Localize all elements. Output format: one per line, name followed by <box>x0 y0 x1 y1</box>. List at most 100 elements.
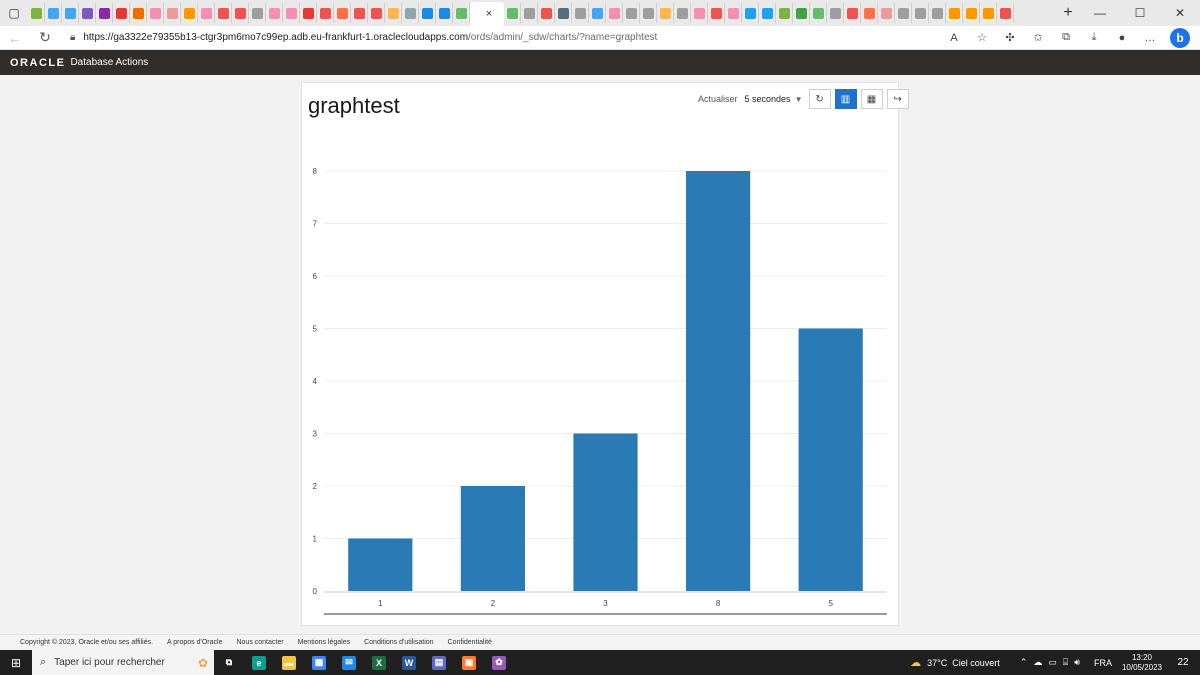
browser-tab[interactable] <box>895 3 912 23</box>
taskbar-app-mail[interactable]: ✉ <box>334 650 364 675</box>
read-aloud-icon[interactable]: A <box>940 32 968 44</box>
browser-tab[interactable] <box>317 3 334 23</box>
browser-tab[interactable] <box>691 3 708 23</box>
footer-link[interactable]: Mentions légales <box>298 639 351 646</box>
footer-link[interactable]: Confidentialité <box>448 639 492 646</box>
taskbar-app-xampp[interactable]: ▣ <box>454 650 484 675</box>
onedrive-icon[interactable]: ☁ <box>1033 657 1042 668</box>
browser-tab[interactable] <box>555 3 572 23</box>
close-window-icon[interactable]: ✕ <box>1160 0 1200 26</box>
browser-tab[interactable] <box>640 3 657 23</box>
profile-icon[interactable]: ● <box>1108 32 1136 44</box>
browser-tab-active[interactable]: × <box>470 2 504 26</box>
close-tab-icon[interactable]: × <box>486 8 492 20</box>
browser-tab[interactable] <box>96 3 113 23</box>
taskbar-app-store[interactable]: ▦ <box>304 650 334 675</box>
browser-tab[interactable] <box>725 3 742 23</box>
browser-tab[interactable] <box>266 3 283 23</box>
back-icon[interactable]: ← <box>0 30 30 46</box>
taskbar-app-app[interactable]: ✿ <box>484 650 514 675</box>
new-tab-button[interactable]: + <box>1056 4 1080 22</box>
footer-link[interactable]: A propos d'Oracle <box>167 639 222 646</box>
browser-tab[interactable] <box>436 3 453 23</box>
browser-tab[interactable] <box>980 3 997 23</box>
browser-tab[interactable] <box>623 3 640 23</box>
browser-tab[interactable] <box>453 3 470 23</box>
browser-tab[interactable] <box>181 3 198 23</box>
browser-tab[interactable] <box>759 3 776 23</box>
browser-tab[interactable] <box>793 3 810 23</box>
browser-tab[interactable] <box>963 3 980 23</box>
tab-actions-icon[interactable]: ▢ <box>0 0 28 26</box>
browser-tab[interactable] <box>878 3 895 23</box>
volume-icon[interactable]: 🔊︎ <box>1074 657 1080 668</box>
browser-tab[interactable] <box>147 3 164 23</box>
browser-tab[interactable] <box>385 3 402 23</box>
chevron-up-icon[interactable]: ⌃ <box>1020 657 1028 668</box>
browser-tab[interactable] <box>674 3 691 23</box>
taskbar-app-file-explorer[interactable]: ▬ <box>274 650 304 675</box>
browser-tab[interactable] <box>283 3 300 23</box>
refresh-interval-select[interactable]: 5 secondes ▼ <box>743 89 805 109</box>
browser-tab[interactable] <box>504 3 521 23</box>
browser-tab[interactable] <box>844 3 861 23</box>
browser-tab[interactable] <box>912 3 929 23</box>
extensions-icon[interactable]: ✣ <box>996 31 1024 44</box>
browser-tab[interactable] <box>538 3 555 23</box>
browser-tab[interactable] <box>232 3 249 23</box>
battery-icon[interactable]: ▭ <box>1048 657 1057 668</box>
clock[interactable]: 13:20 10/05/2023 <box>1122 653 1162 673</box>
collections-icon[interactable]: ⧉ <box>1052 31 1080 44</box>
weather-widget[interactable]: ☁ 37°C Ciel couvert <box>910 656 1000 669</box>
browser-tab[interactable] <box>62 3 79 23</box>
browser-tab[interactable] <box>742 3 759 23</box>
taskbar-app-calculator[interactable]: ▤ <box>424 650 454 675</box>
browser-tab[interactable] <box>827 3 844 23</box>
language-indicator[interactable]: FRA <box>1094 658 1112 668</box>
share-button[interactable]: ↪ <box>886 89 909 109</box>
more-icon[interactable]: … <box>1136 32 1164 44</box>
footer-link[interactable]: Nous contacter <box>236 639 283 646</box>
browser-tab[interactable] <box>198 3 215 23</box>
network-icon[interactable]: ⌸ <box>1063 657 1068 668</box>
favorites-icon[interactable]: ✩ <box>1024 31 1052 44</box>
browser-tab[interactable] <box>997 3 1014 23</box>
table-view-button[interactable]: ▦ <box>860 89 883 109</box>
taskbar-app-excel[interactable]: X <box>364 650 394 675</box>
browser-tab[interactable] <box>130 3 147 23</box>
browser-tab[interactable] <box>606 3 623 23</box>
browser-tab[interactable] <box>810 3 827 23</box>
browser-tab[interactable] <box>708 3 725 23</box>
browser-tab[interactable] <box>368 3 385 23</box>
browser-tab[interactable] <box>113 3 130 23</box>
footer-link[interactable]: Conditions d'utilisation <box>364 639 433 646</box>
browser-tab[interactable] <box>351 3 368 23</box>
browser-tab[interactable] <box>929 3 946 23</box>
browser-tab[interactable] <box>776 3 793 23</box>
downloads-icon[interactable]: ⤓ <box>1080 31 1108 44</box>
notification-icon[interactable]: 22 <box>1172 657 1194 668</box>
browser-tab[interactable] <box>419 3 436 23</box>
url-field[interactable]: 🔒︎ https://ga3322e79355b13-ctgr3pm6mo7c9… <box>70 32 940 43</box>
minimize-icon[interactable]: — <box>1080 0 1120 26</box>
browser-tab[interactable] <box>657 3 674 23</box>
browser-tab[interactable] <box>521 3 538 23</box>
taskbar-search[interactable]: ⌕ Taper ici pour rechercher ✿ <box>32 650 214 675</box>
reload-icon[interactable]: ↻ <box>30 29 60 46</box>
browser-tab[interactable] <box>300 3 317 23</box>
taskbar-app-task-view[interactable]: ⧉ <box>214 650 244 675</box>
browser-tab[interactable] <box>946 3 963 23</box>
favorite-star-icon[interactable]: ☆ <box>968 31 996 44</box>
browser-tab[interactable] <box>215 3 232 23</box>
browser-tab[interactable] <box>861 3 878 23</box>
windows-start-icon[interactable]: ⊞ <box>0 656 32 670</box>
taskbar-app-edge[interactable]: e <box>244 650 274 675</box>
maximize-icon[interactable]: ☐ <box>1120 0 1160 26</box>
taskbar-app-word[interactable]: W <box>394 650 424 675</box>
browser-tab[interactable] <box>572 3 589 23</box>
browser-tab[interactable] <box>334 3 351 23</box>
browser-tab[interactable] <box>589 3 606 23</box>
bing-icon[interactable]: b <box>1170 27 1190 48</box>
refresh-button[interactable]: ↻ <box>808 89 831 109</box>
browser-tab[interactable] <box>164 3 181 23</box>
